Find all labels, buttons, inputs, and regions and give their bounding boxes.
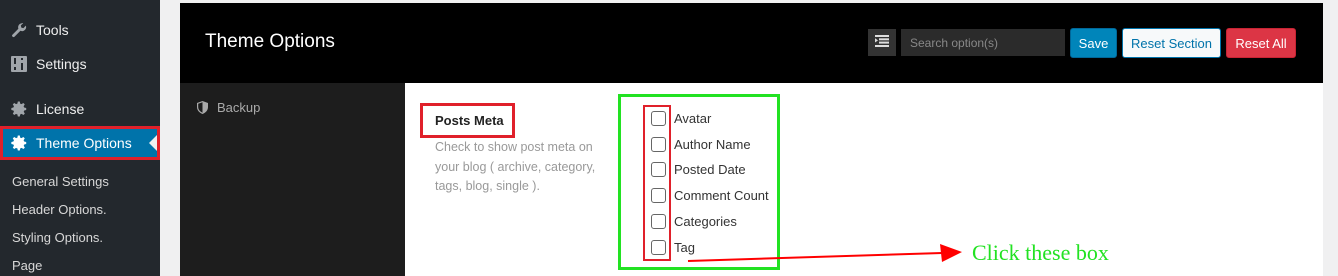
annotation-text: Click these box [972, 240, 1109, 265]
annotation-arrow [687, 244, 962, 262]
